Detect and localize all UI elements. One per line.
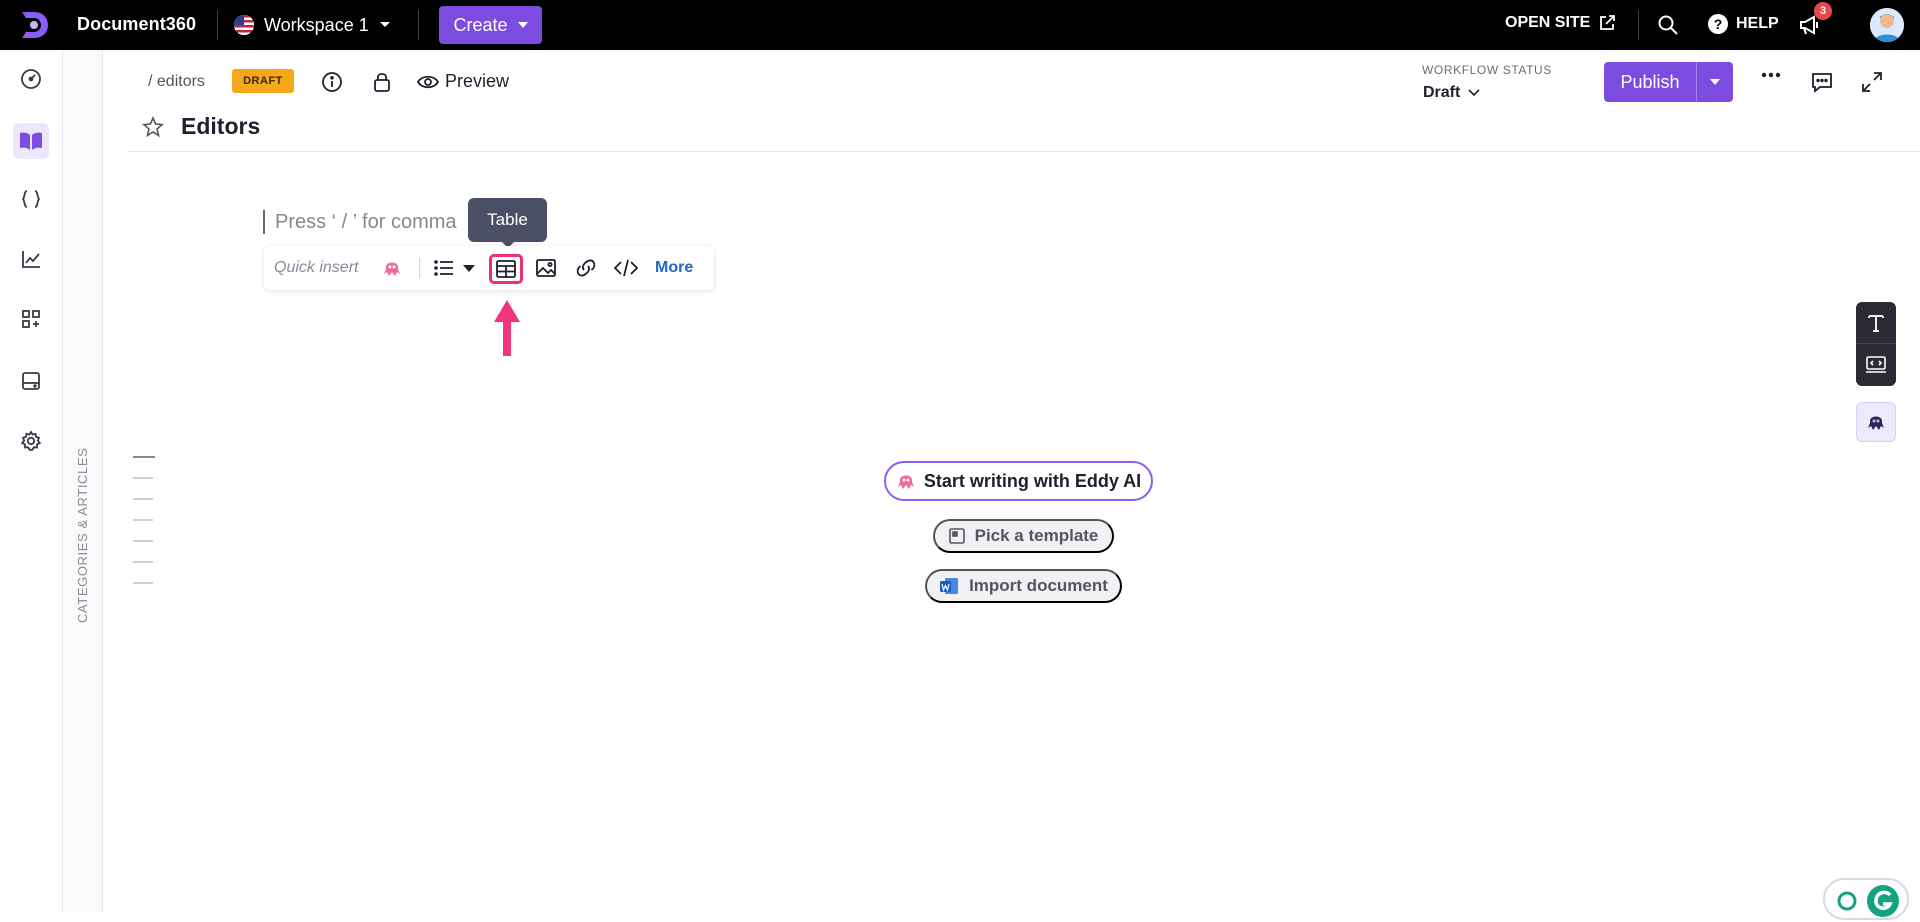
header-divider	[128, 151, 1920, 152]
outline-tick	[133, 540, 153, 542]
comment-icon[interactable]	[1810, 70, 1834, 94]
favorite-star-icon[interactable]	[142, 116, 164, 138]
pick-template-label: Pick a template	[974, 526, 1099, 545]
eddy-ai-assistant-button[interactable]	[1856, 402, 1896, 442]
eye-icon	[417, 74, 439, 90]
outline-tick	[133, 582, 153, 584]
chevron-down-icon	[1468, 89, 1480, 97]
documentation-icon[interactable]	[13, 123, 49, 159]
info-icon[interactable]	[321, 71, 343, 93]
eddy-ai-label: Start writing with Eddy AI	[923, 470, 1142, 491]
widgets-icon[interactable]	[13, 363, 49, 399]
more-options-icon[interactable]	[1761, 72, 1781, 78]
outline-tick	[133, 519, 153, 521]
preview-label: Preview	[445, 71, 510, 91]
list-options-caret-icon[interactable]	[463, 246, 475, 290]
eddy-ai-icon[interactable]	[382, 246, 402, 290]
chevron-down-icon	[379, 21, 391, 29]
expand-icon[interactable]	[1860, 70, 1884, 94]
apps-icon[interactable]	[13, 301, 49, 337]
status-badge: DRAFT	[232, 69, 294, 93]
caret-down-icon	[517, 22, 528, 28]
text-cursor	[263, 210, 265, 234]
categories-articles-label: CATEGORIES & ARTICLES	[75, 447, 90, 623]
import-document-button[interactable]: Import document	[925, 569, 1122, 603]
page-title[interactable]: Editors	[181, 113, 260, 140]
publish-options-caret-icon[interactable]	[1697, 62, 1733, 102]
us-flag-icon	[234, 15, 254, 35]
workflow-status-value: Draft	[1423, 84, 1461, 101]
start-writing-eddy-ai-button[interactable]: Start writing with Eddy AI	[884, 461, 1153, 501]
create-button[interactable]: Create	[439, 6, 542, 44]
workflow-status-dropdown[interactable]: Draft	[1423, 84, 1480, 102]
grammarly-widget[interactable]	[1823, 878, 1909, 920]
left-navigation-rail	[0, 50, 63, 912]
editor-mode-toolbar	[1856, 302, 1896, 386]
brand-name: Document360	[77, 14, 197, 34]
annotation-arrow-icon	[492, 298, 522, 358]
preview-button[interactable]: Preview	[417, 71, 509, 92]
eddy-ai-icon	[896, 470, 916, 492]
open-site-label: OPEN SITE	[1505, 14, 1591, 31]
help-icon: ?	[1708, 14, 1728, 34]
pick-template-button[interactable]: Pick a template	[933, 519, 1114, 553]
breadcrumb[interactable]: / editors	[148, 73, 205, 91]
divider	[217, 10, 218, 40]
create-label: Create	[453, 14, 508, 35]
image-icon[interactable]	[536, 246, 556, 290]
help-menu[interactable]: ? HELP	[1708, 14, 1779, 34]
table-button[interactable]	[489, 254, 523, 284]
outline-tick	[133, 498, 153, 500]
outline-tick	[133, 561, 153, 563]
workspace-selector[interactable]: Workspace 1	[234, 10, 391, 40]
outline-tick	[133, 477, 153, 479]
quick-insert-label: Quick insert	[274, 259, 359, 276]
template-icon	[948, 528, 965, 544]
list-icon[interactable]	[434, 246, 454, 290]
code-icon[interactable]	[614, 246, 638, 290]
table-tooltip: Table	[468, 198, 547, 248]
categories-panel-toggle[interactable]: CATEGORIES & ARTICLES	[63, 50, 103, 912]
user-avatar[interactable]	[1870, 8, 1904, 42]
link-icon[interactable]	[575, 246, 597, 290]
workspace-name: Workspace 1	[264, 14, 369, 35]
outline-minimap[interactable]	[133, 456, 155, 603]
embed-code-icon[interactable]	[1856, 344, 1896, 386]
more-insert-options[interactable]: More	[655, 246, 693, 290]
outline-tick	[133, 456, 155, 458]
editor-placeholder[interactable]: Press ‘ / ’ for comma	[275, 211, 457, 234]
analytics-icon[interactable]	[13, 241, 49, 277]
workflow-status-label: WORKFLOW STATUS	[1422, 63, 1552, 77]
import-document-label: Import document	[969, 576, 1108, 595]
settings-icon[interactable]	[13, 423, 49, 459]
divider	[419, 258, 420, 278]
notification-badge: 3	[1814, 2, 1832, 20]
api-icon[interactable]	[13, 181, 49, 217]
publish-button-group: Publish	[1604, 62, 1733, 102]
external-link-icon	[1598, 14, 1616, 32]
quick-insert-toolbar: Quick insert More	[264, 246, 714, 290]
word-document-icon	[939, 576, 959, 596]
lock-icon[interactable]	[372, 71, 392, 93]
text-format-icon[interactable]	[1856, 302, 1896, 344]
publish-button[interactable]: Publish	[1604, 62, 1696, 102]
document360-logo-icon[interactable]	[18, 10, 50, 40]
open-site-link[interactable]: OPEN SITE	[1505, 14, 1616, 32]
help-label: HELP	[1736, 15, 1779, 32]
dashboard-icon[interactable]	[13, 61, 49, 97]
divider	[418, 10, 419, 40]
divider	[1638, 10, 1639, 40]
search-icon[interactable]	[1657, 14, 1679, 36]
top-navigation-bar: Document360 Workspace 1 Create OPEN SITE	[0, 0, 1920, 50]
